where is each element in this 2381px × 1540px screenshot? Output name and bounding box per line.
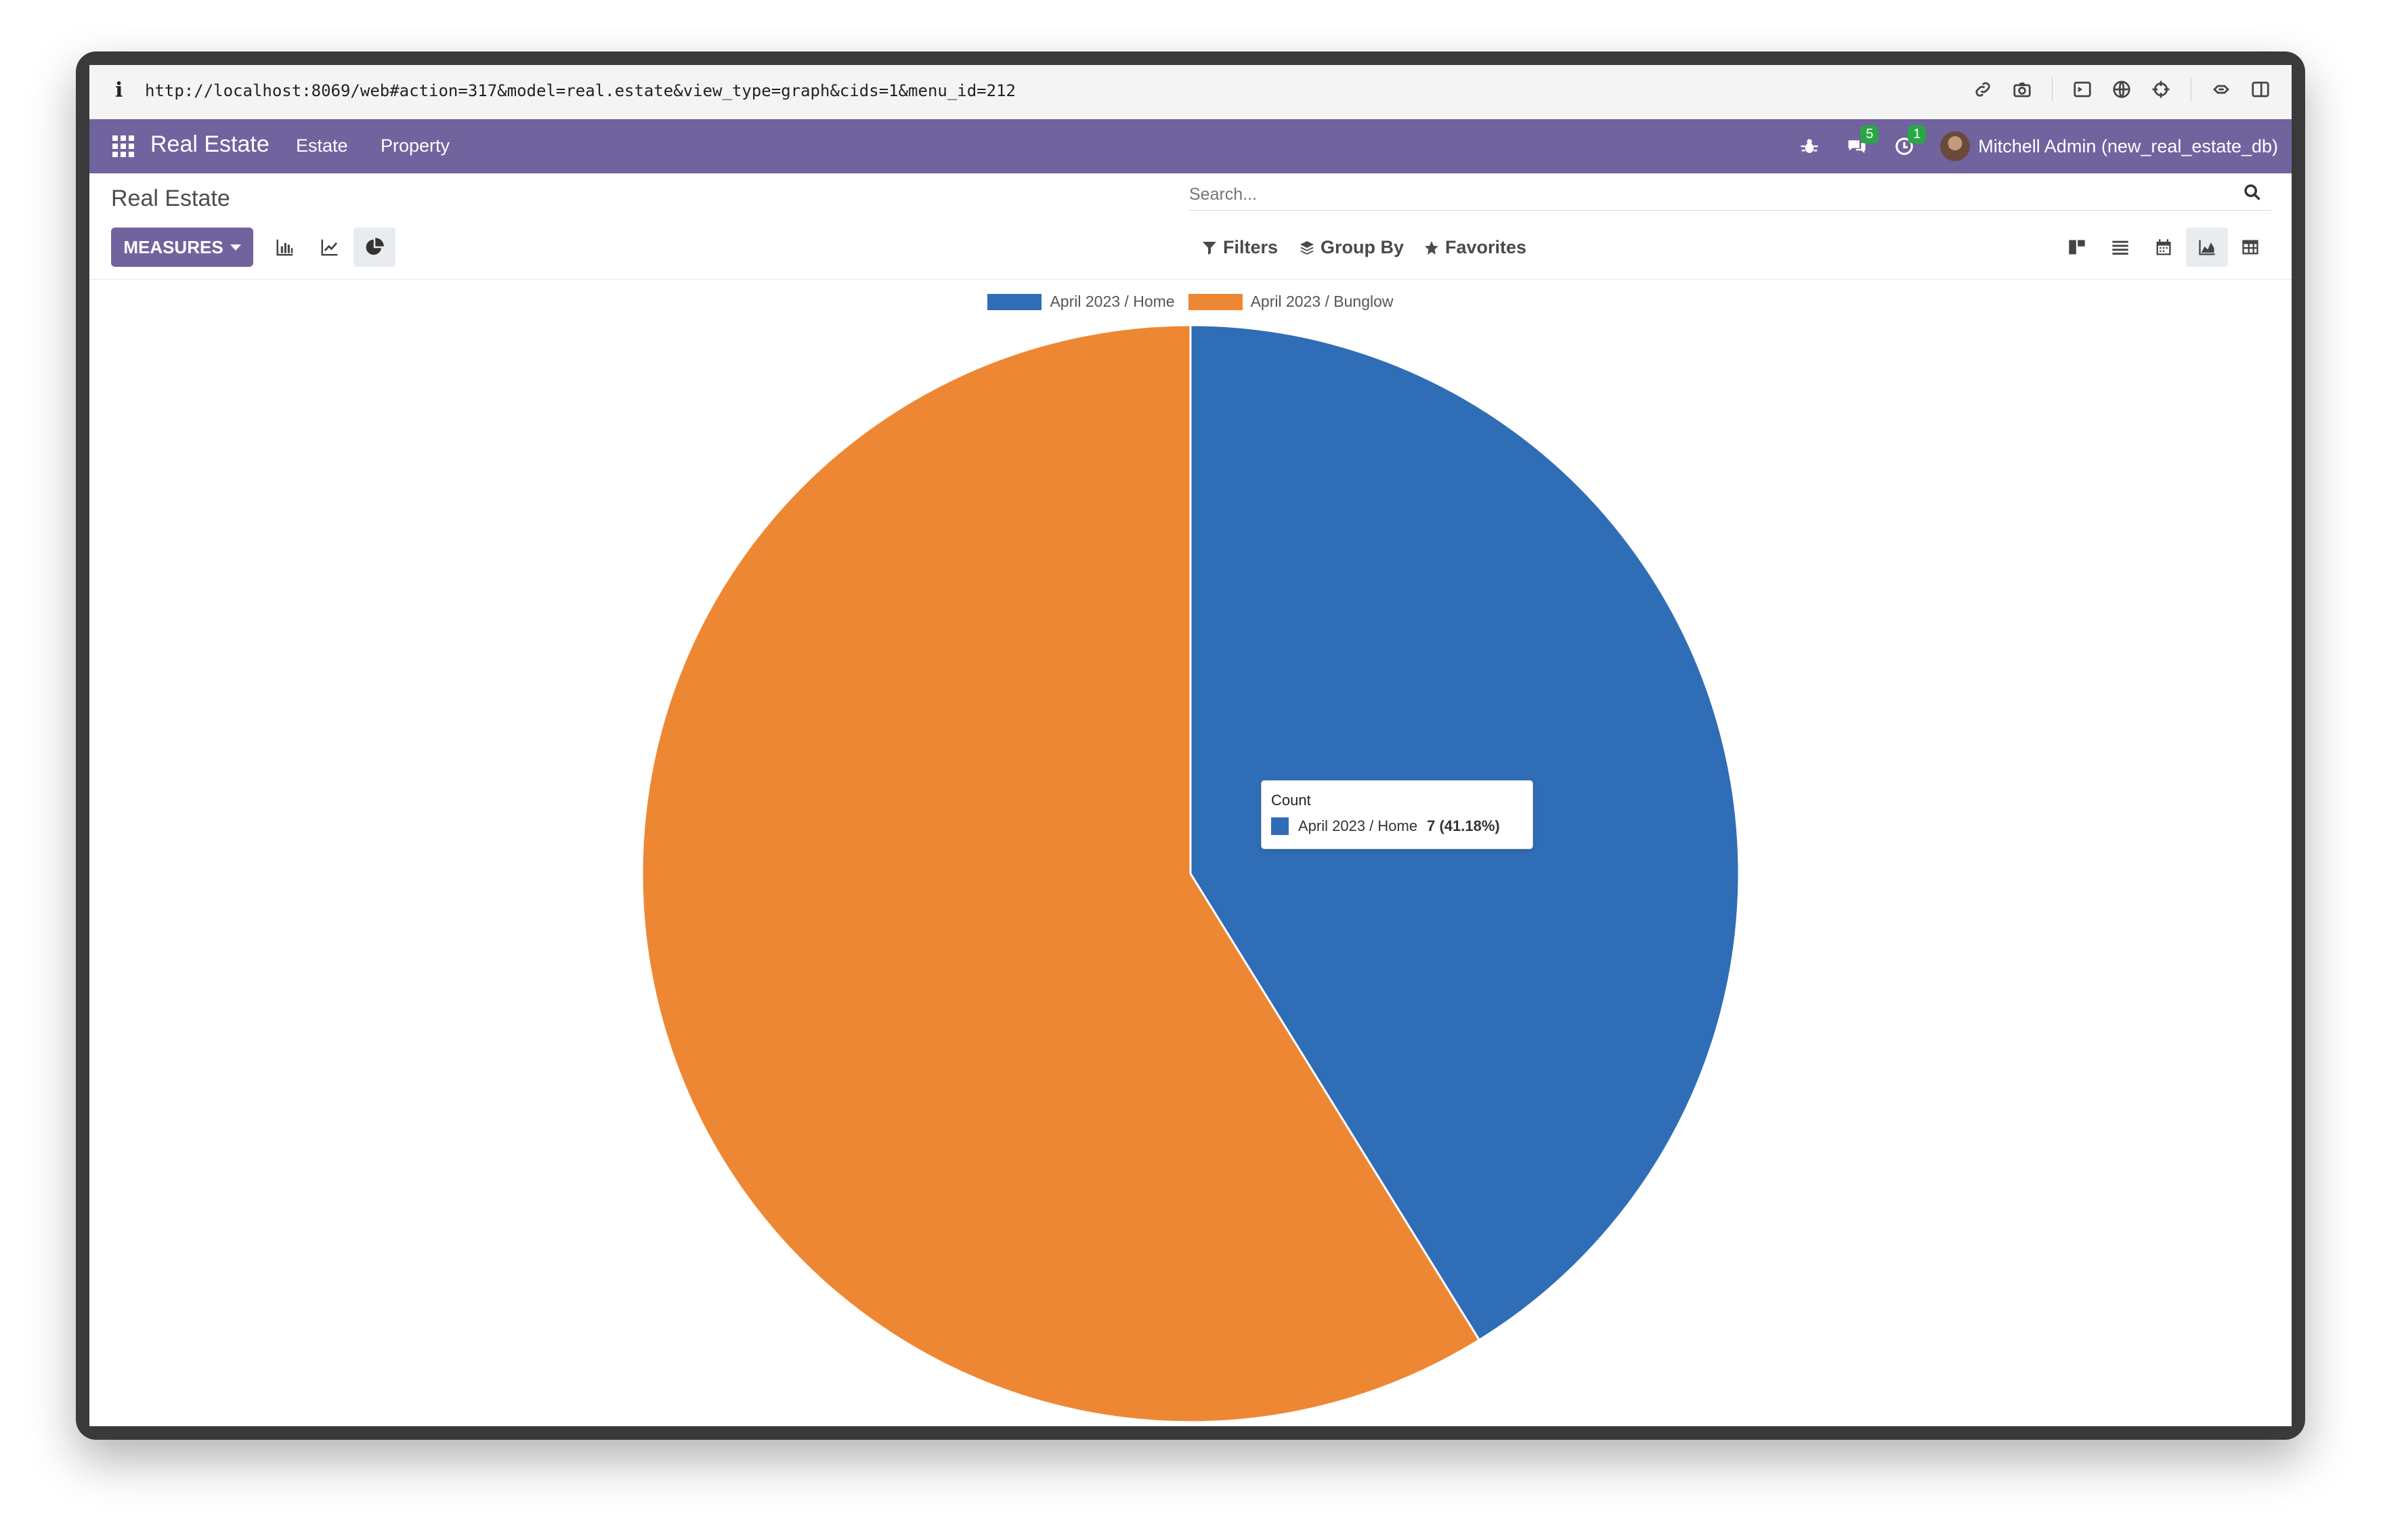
tooltip-title: Count — [1271, 792, 1311, 809]
tooltip-swatch — [1271, 817, 1289, 835]
pie-chart — [641, 324, 1740, 1424]
tooltip-row: April 2023 / Home 7 (41.18%) — [1271, 817, 1500, 835]
tooltip-label: April 2023 / Home — [1298, 817, 1418, 834]
chart-tooltip: Count April 2023 / Home 7 (41.18%) — [1261, 780, 1533, 849]
browser-window: i http://localhost:8069/web#action=317&m… — [89, 65, 2292, 1426]
tooltip-value: 7 (41.18%) — [1427, 817, 1500, 834]
